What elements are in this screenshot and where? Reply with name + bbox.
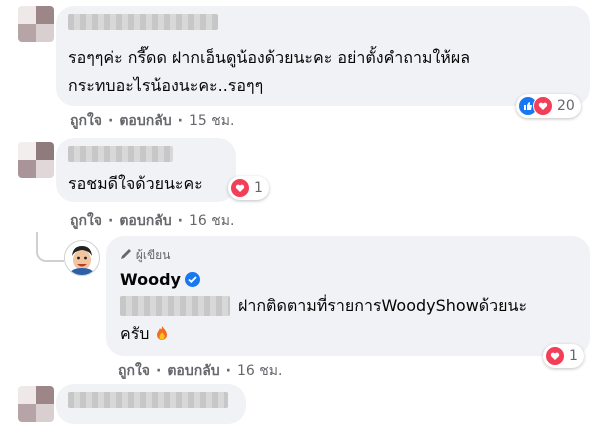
verified-badge-icon [184,272,200,287]
reply-text-line: ฝากติดตามที่รายการWoodyShowด้วยนะ [238,296,528,315]
like-action[interactable]: ถูกใจ [70,113,102,129]
author-name-label[interactable]: Woody [120,270,181,289]
reply-action[interactable]: ตอบกลับ [119,213,171,229]
author-avatar[interactable] [64,240,100,276]
reaction-count: 1 [254,180,263,196]
comment-actions: ถูกใจ · ตอบกลับ · 16 ชม. [70,213,235,229]
reaction-summary[interactable]: 1 [228,176,269,200]
author-badge: ผู้เขียน [120,246,170,265]
love-icon [230,178,250,198]
comment-actions: ถูกใจ · ตอบกลับ · 15 ชม. [70,113,235,129]
commenter-avatar[interactable] [18,386,54,422]
reply-action[interactable]: ตอบกลับ [119,113,171,129]
timestamp[interactable]: 15 ชม. [189,113,234,129]
commenter-name-blurred[interactable] [68,14,218,30]
reply-bubble: ผู้เขียน Woody ฝากติดตามที่รายการWoodySh… [106,236,590,356]
commenter-name-blurred[interactable] [68,146,173,162]
reaction-summary[interactable]: 1 [543,344,584,368]
reaction-count: 20 [557,98,575,114]
comment-actions: ถูกใจ · ตอบกลับ · 16 ชม. [118,363,283,379]
pencil-icon [121,249,131,259]
comment-text-line: กระทบอะไรน้องนะคะ..รอๆๆ [68,76,264,95]
like-action[interactable]: ถูกใจ [70,213,102,229]
fire-icon [149,324,168,343]
author-badge-label: ผู้เขียน [135,248,171,262]
tagged-name-blurred[interactable] [120,296,230,316]
comment-bubble [56,384,246,424]
love-icon [533,96,553,116]
timestamp[interactable]: 16 ชม. [237,363,282,379]
comment-text-line: รอชมดีใจด้วยนะคะ [68,174,203,193]
commenter-name-blurred[interactable] [68,392,228,408]
commenter-avatar[interactable] [18,6,54,42]
reply-text-line: ครับ [120,320,169,348]
thread-connector [36,232,64,262]
reply-action[interactable]: ตอบกลับ [167,363,219,379]
commenter-avatar[interactable] [18,142,54,178]
comment-bubble: รอชมดีใจด้วยนะคะ [56,138,236,202]
like-action[interactable]: ถูกใจ [118,363,150,379]
comment-bubble: รอๆๆค่ะ กรี๊ดด ฝากเอ็นดูน้องด้วยนะคะ อย่… [56,6,590,106]
reaction-count: 1 [569,348,578,364]
reaction-summary[interactable]: 20 [516,94,581,118]
author-name[interactable]: Woody [120,270,200,289]
comment-text-line: รอๆๆค่ะ กรี๊ดด ฝากเอ็นดูน้องด้วยนะคะ อย่… [68,48,471,67]
timestamp[interactable]: 16 ชม. [189,213,234,229]
cartoon-face-icon [65,241,99,275]
reply-text-line2: ครับ [120,324,150,343]
love-icon [545,346,565,366]
